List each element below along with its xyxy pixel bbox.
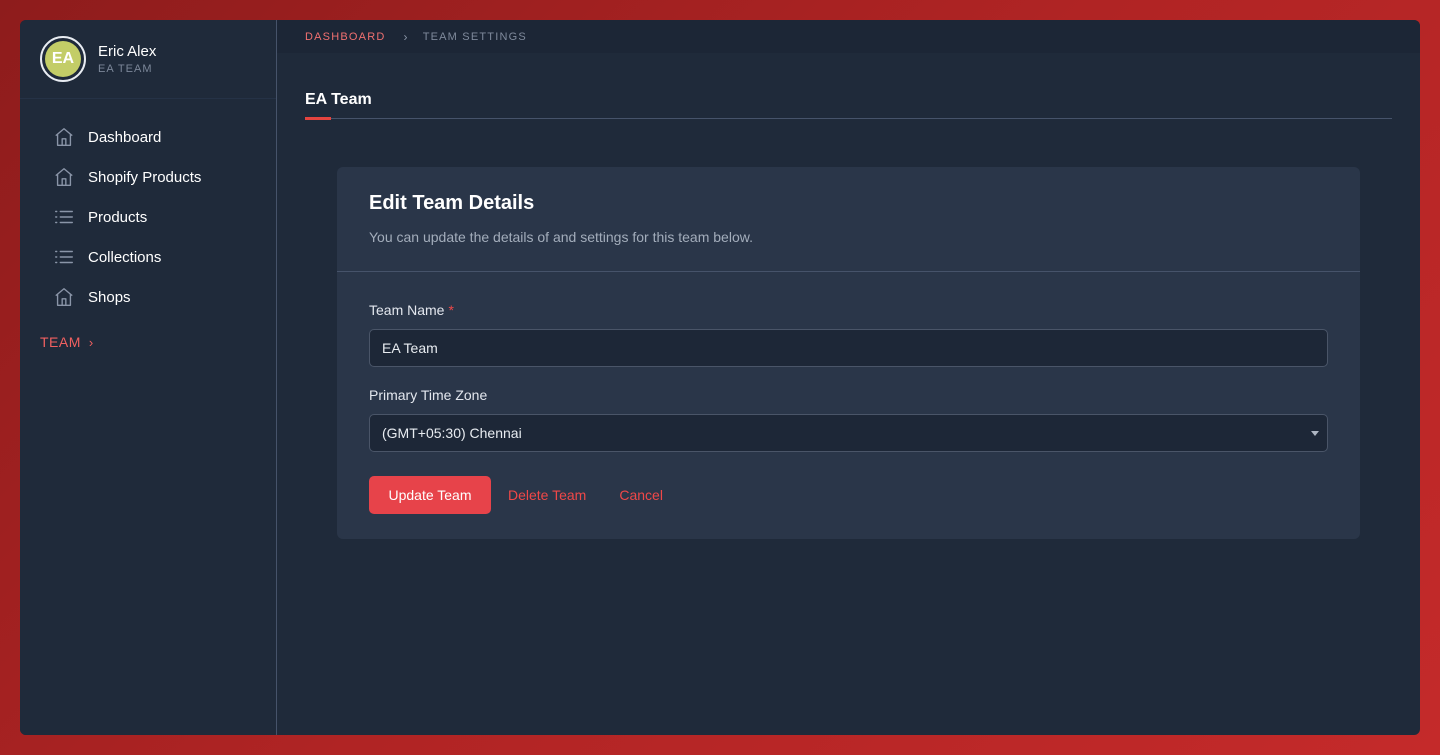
cancel-button[interactable]: Cancel (619, 487, 663, 503)
sidebar-item-label: Shops (88, 288, 131, 306)
update-team-button[interactable]: Update Team (369, 476, 491, 514)
edit-team-card: Edit Team Details You can update the det… (337, 167, 1360, 539)
sidebar-team-toggle[interactable]: TEAM › (20, 327, 276, 357)
profile-team: EA TEAM (98, 63, 153, 75)
avatar-initials: EA (45, 41, 81, 77)
main-content: DASHBOARD › TEAM SETTINGS EA Team Edit T… (277, 20, 1420, 735)
sidebar-item-label: Dashboard (88, 128, 162, 146)
sidebar-item-shopify-products[interactable]: Shopify Products (20, 157, 276, 197)
delete-team-button[interactable]: Delete Team (508, 487, 586, 503)
chevron-right-icon: › (403, 29, 409, 44)
team-name-label: Team Name * (369, 300, 1328, 320)
sidebar-item-label: Collections (88, 248, 162, 266)
breadcrumb: DASHBOARD › TEAM SETTINGS (277, 20, 1420, 53)
list-icon (52, 205, 76, 229)
list-icon (52, 245, 76, 269)
breadcrumb-current: TEAM SETTINGS (422, 30, 527, 43)
timezone-select[interactable]: (GMT+05:30) Chennai (369, 414, 1328, 452)
sidebar-item-products[interactable]: Products (20, 197, 276, 237)
home-icon (52, 165, 76, 189)
sidebar-item-shops[interactable]: Shops (20, 277, 276, 317)
required-marker: * (448, 302, 454, 318)
timezone-selected-value: (GMT+05:30) Chennai (382, 425, 522, 441)
card-title: Edit Team Details (369, 192, 535, 214)
sidebar: EA Eric Alex EA TEAM Dashboard Shopify P… (20, 20, 277, 735)
sidebar-nav: Dashboard Shopify Products Products Coll… (20, 99, 276, 317)
sidebar-item-collections[interactable]: Collections (20, 237, 276, 277)
home-icon (52, 285, 76, 309)
profile-text: Eric Alex EA TEAM (98, 43, 156, 75)
avatar: EA (40, 36, 86, 82)
page-header: EA Team (305, 53, 1392, 120)
chevron-down-icon (1311, 431, 1319, 436)
sidebar-item-label: Shopify Products (88, 168, 202, 186)
chevron-right-icon: › (88, 334, 94, 350)
team-name-input[interactable]: EA Team (369, 329, 1328, 367)
card-subtitle: You can update the details of and settin… (369, 229, 753, 245)
app-window: EA Eric Alex EA TEAM Dashboard Shopify P… (20, 20, 1420, 735)
profile-name: Eric Alex (98, 43, 157, 60)
home-icon (52, 125, 76, 149)
card-header: Edit Team Details You can update the det… (337, 167, 1360, 272)
sidebar-item-dashboard[interactable]: Dashboard (20, 117, 276, 157)
breadcrumb-dashboard-link[interactable]: DASHBOARD (305, 31, 385, 43)
team-section-label: TEAM (40, 334, 81, 350)
profile[interactable]: EA Eric Alex EA TEAM (20, 20, 276, 99)
team-name-field: Team Name * EA Team (369, 300, 1328, 367)
timezone-field: Primary Time Zone (GMT+05:30) Chennai (369, 385, 1328, 452)
card-body: Team Name * EA Team Primary Time Zone (G… (337, 272, 1360, 514)
form-actions: Update Team Delete Team Cancel (369, 476, 1328, 514)
team-name-label-text: Team Name (369, 302, 445, 318)
active-tab-indicator (305, 117, 331, 120)
timezone-label: Primary Time Zone (369, 387, 488, 403)
sidebar-item-label: Products (88, 208, 148, 226)
page-title[interactable]: EA Team (305, 91, 372, 109)
